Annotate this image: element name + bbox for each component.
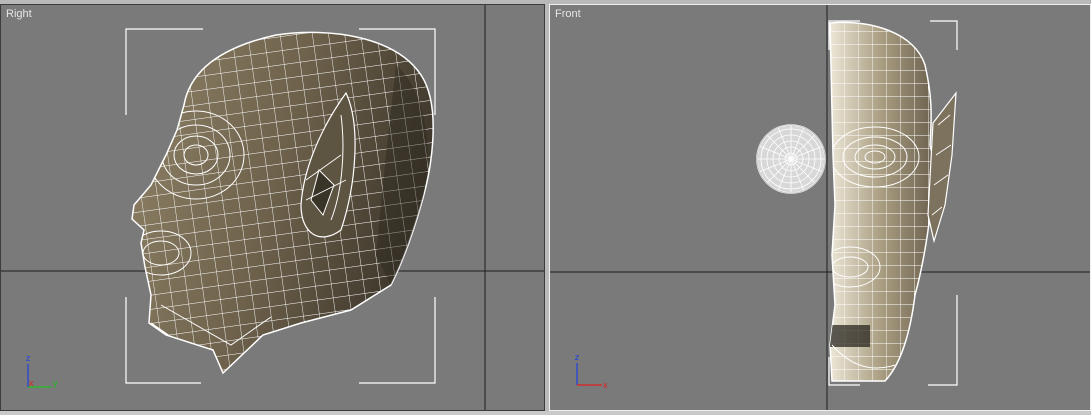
head-mesh-side[interactable] xyxy=(121,25,451,385)
head-mesh-front[interactable] xyxy=(820,15,957,385)
axis-y-label: y xyxy=(53,378,58,388)
viewport-right-canvas[interactable]: z x y xyxy=(1,5,545,411)
eye-sphere-mesh[interactable] xyxy=(756,124,826,194)
axis-x-label: x xyxy=(29,378,34,388)
axis-z-label: z xyxy=(26,353,31,363)
axis-tripod: z x xyxy=(575,352,608,390)
ear-mesh-front xyxy=(927,91,957,244)
viewport-divider-bar xyxy=(0,411,1091,415)
viewport-right[interactable]: Right z x y xyxy=(0,4,545,411)
axis-x-label: x xyxy=(603,380,608,390)
viewport-front-canvas[interactable]: z x xyxy=(550,5,1091,411)
axis-tripod: z x y xyxy=(26,353,58,388)
viewport-front[interactable]: Front z x xyxy=(549,4,1091,411)
axis-z-label: z xyxy=(575,352,580,362)
